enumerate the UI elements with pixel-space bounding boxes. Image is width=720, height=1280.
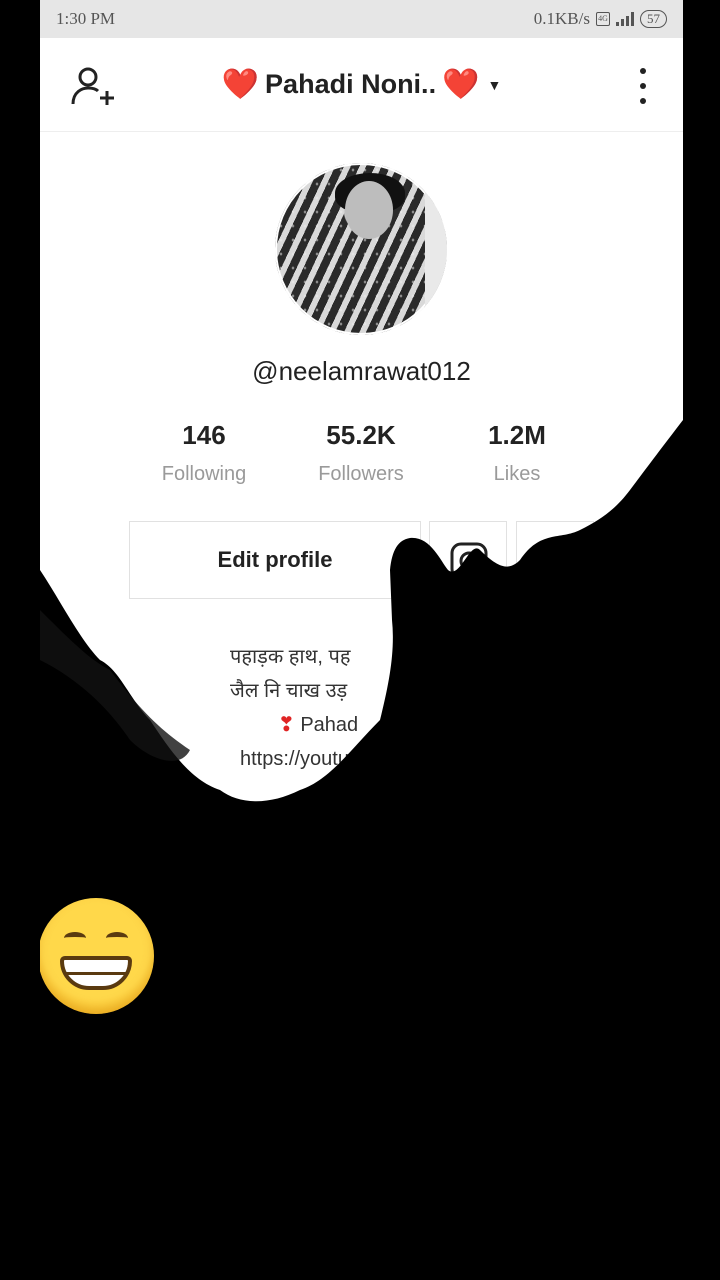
phone-screen: 1:30 PM 0.1KB/s 4G 57 ❤️ Pahadi Noni.. ❤… [40,0,683,1280]
volte-icon: 4G [596,12,610,26]
grinning-face-emoji [40,898,154,1014]
status-time: 1:30 PM [56,9,116,28]
black-overlay [40,420,683,1280]
status-indicators: 0.1KB/s 4G 57 [534,9,667,29]
battery-indicator: 57 [640,10,667,28]
add-user-icon[interactable] [70,66,116,108]
heart-icon: ❤️ [442,68,480,101]
account-switcher[interactable]: ❤️ Pahadi Noni.. ❤️ ▼ [222,67,502,102]
network-speed: 0.1KB/s [533,9,590,28]
profile-header: ❤️ Pahadi Noni.. ❤️ ▼ [40,38,683,132]
username: @neelamrawat012 [252,356,471,386]
more-vertical-icon[interactable] [637,68,649,104]
heart-icon: ❤️ [221,68,260,101]
account-title: Pahadi Noni.. [265,69,437,99]
chevron-down-icon: ▼ [487,76,502,93]
signal-icon [616,12,634,26]
status-bar: 1:30 PM 0.1KB/s 4G 57 [40,0,683,38]
avatar[interactable] [275,163,447,335]
